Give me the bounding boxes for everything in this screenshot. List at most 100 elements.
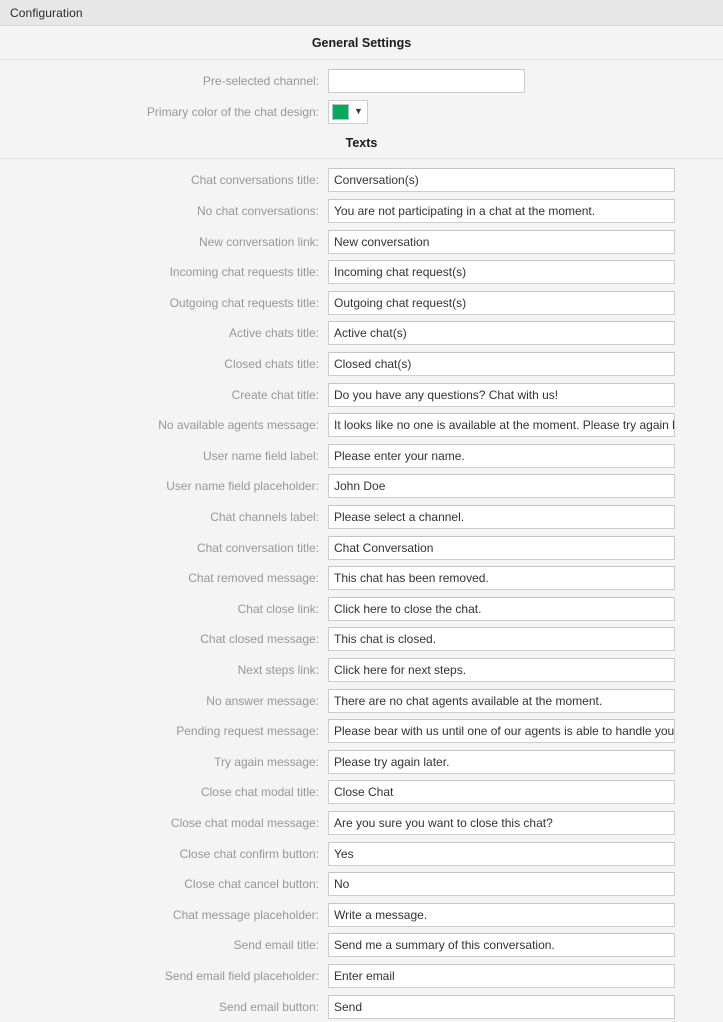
input-send-email-field-placeholder[interactable]: Enter email [328, 963, 675, 988]
form-row-chat-message-placeholder: Chat message placeholder: Write a message… [0, 899, 723, 930]
field-wrap-chat-removed-message: This chat has been removed. [328, 566, 723, 591]
form-row-try-again-message: Try again message: Please try again later… [0, 746, 723, 777]
label-pending-request-message: Pending request message: [176, 724, 319, 739]
label-next-steps-link: Next steps link: [237, 662, 319, 677]
texts-heading: Texts [0, 127, 723, 160]
field-wrap-pre-selected-channel [328, 69, 723, 94]
field-wrap-chat-closed-message: This chat is closed. [328, 627, 723, 652]
input-no-available-agents-message[interactable]: It looks like no one is available at the… [328, 413, 675, 438]
field-wrap-no-answer-message: There are no chat agents available at th… [328, 688, 723, 713]
label-user-name-field-label: User name field label: [202, 448, 319, 463]
field-wrap-close-chat-modal-message: Are you sure you want to close this chat… [328, 810, 723, 835]
chevron-down-icon[interactable]: ▼ [354, 107, 363, 116]
input-no-answer-message[interactable]: There are no chat agents available at th… [328, 688, 675, 713]
input-incoming-chat-requests-title[interactable]: Incoming chat request(s) [328, 260, 675, 285]
input-create-chat-title[interactable]: Do you have any questions? Chat with us! [328, 382, 675, 407]
label-chat-channels-label: Chat channels label: [210, 510, 319, 525]
label-create-chat-title: Create chat title: [231, 387, 319, 402]
input-no-chat-conversations[interactable]: You are not participating in a chat at t… [328, 199, 675, 224]
field-wrap-chat-message-placeholder: Write a message. [328, 902, 723, 927]
input-close-chat-modal-message[interactable]: Are you sure you want to close this chat… [328, 810, 675, 835]
field-wrap-try-again-message: Please try again later. [328, 749, 723, 774]
configuration-content: General Settings Pre-selected channel: Pr… [0, 26, 723, 1022]
field-wrap-primary-color: ▼ [328, 99, 723, 124]
form-row-chat-conversation-title: Chat conversation title: Chat Conversatio… [0, 532, 723, 563]
label-close-chat-cancel-button: Close chat cancel button: [184, 877, 319, 892]
label-chat-closed-message: Chat closed message: [200, 632, 319, 647]
color-swatch-icon[interactable] [332, 103, 349, 120]
form-row-next-steps-link: Next steps link: Click here for next step… [0, 655, 723, 686]
label-chat-conversations-title: Chat conversations title: [190, 173, 319, 188]
form-row-create-chat-title: Create chat title: Do you have any questi… [0, 379, 723, 410]
form-row-close-chat-modal-message: Close chat modal message: Are you sure yo… [0, 808, 723, 839]
input-close-chat-cancel-button[interactable]: No [328, 872, 675, 897]
input-chat-message-placeholder[interactable]: Write a message. [328, 902, 675, 927]
input-next-steps-link[interactable]: Click here for next steps. [328, 657, 675, 682]
input-chat-conversation-title[interactable]: Chat Conversation [328, 535, 675, 560]
label-new-conversation-link: New conversation link: [198, 234, 319, 249]
form-row-send-email-title: Send email title: Send me a summary of th… [0, 930, 723, 961]
input-new-conversation-link[interactable]: New conversation [328, 229, 675, 254]
label-no-chat-conversations: No chat conversations: [196, 204, 319, 219]
input-send-email-title[interactable]: Send me a summary of this conversation. [328, 933, 675, 958]
label-chat-message-placeholder: Chat message placeholder: [172, 907, 319, 922]
input-outgoing-chat-requests-title[interactable]: Outgoing chat request(s) [328, 290, 675, 315]
label-outgoing-chat-requests-title: Outgoing chat requests title: [169, 295, 319, 310]
label-chat-removed-message: Chat removed message: [188, 571, 319, 586]
label-send-email-field-placeholder: Send email field placeholder: [164, 968, 319, 983]
input-active-chats-title[interactable]: Active chat(s) [328, 321, 675, 346]
input-pending-request-message[interactable]: Please bear with us until one of our age… [328, 719, 675, 744]
field-wrap-chat-conversation-title: Chat Conversation [328, 535, 723, 560]
window-header: Configuration [0, 0, 723, 26]
label-user-name-field-placeholder: User name field placeholder: [166, 479, 319, 494]
input-close-chat-modal-title[interactable]: Close Chat [328, 780, 675, 805]
form-row-close-chat-confirm-button: Close chat confirm button: Yes [0, 838, 723, 869]
input-pre-selected-channel[interactable] [328, 69, 525, 94]
form-row-chat-close-link: Chat close link: Click here to close the … [0, 594, 723, 625]
field-wrap-close-chat-cancel-button: No [328, 872, 723, 897]
field-wrap-user-name-field-label: Please enter your name. [328, 443, 723, 468]
field-wrap-incoming-chat-requests-title: Incoming chat request(s) [328, 260, 723, 285]
input-send-email-button[interactable]: Send [328, 994, 675, 1019]
field-wrap-send-email-title: Send me a summary of this conversation. [328, 933, 723, 958]
field-wrap-next-steps-link: Click here for next steps. [328, 657, 723, 682]
field-wrap-chat-conversations-title: Conversation(s) [328, 168, 723, 193]
form-row-chat-conversations-title: Chat conversations title: Conversation(s) [0, 165, 723, 196]
form-row-chat-closed-message: Chat closed message: This chat is closed. [0, 624, 723, 655]
input-chat-closed-message[interactable]: This chat is closed. [328, 627, 675, 652]
field-wrap-send-email-button: Send [328, 994, 723, 1019]
input-user-name-field-placeholder[interactable]: John Doe [328, 474, 675, 499]
field-wrap-send-email-field-placeholder: Enter email [328, 963, 723, 988]
label-send-email-button: Send email button: [218, 999, 319, 1014]
field-wrap-close-chat-confirm-button: Yes [328, 841, 723, 866]
field-wrap-user-name-field-placeholder: John Doe [328, 474, 723, 499]
primary-color-picker[interactable]: ▼ [328, 99, 368, 124]
form-row-no-available-agents-message: No available agents message: It looks lik… [0, 410, 723, 441]
field-wrap-pending-request-message: Please bear with us until one of our age… [328, 719, 723, 744]
input-chat-removed-message[interactable]: This chat has been removed. [328, 566, 675, 591]
field-wrap-outgoing-chat-requests-title: Outgoing chat request(s) [328, 290, 723, 315]
label-send-email-title: Send email title: [233, 938, 319, 953]
input-closed-chats-title[interactable]: Closed chat(s) [328, 352, 675, 377]
input-chat-close-link[interactable]: Click here to close the chat. [328, 596, 675, 621]
form-row-incoming-chat-requests-title: Incoming chat requests title: Incoming ch… [0, 257, 723, 288]
window-title: Configuration [10, 5, 83, 20]
form-row-chat-channels-label: Chat channels label: Please select a chan… [0, 502, 723, 533]
label-no-available-agents-message: No available agents message: [158, 418, 319, 433]
form-row-user-name-field-placeholder: User name field placeholder: John Doe [0, 471, 723, 502]
form-row-pre-selected-channel: Pre-selected channel: [0, 66, 723, 97]
input-chat-conversations-title[interactable]: Conversation(s) [328, 168, 675, 193]
input-chat-channels-label[interactable]: Please select a channel. [328, 505, 675, 530]
general-settings-heading: General Settings [0, 26, 723, 60]
form-row-closed-chats-title: Closed chats title: Closed chat(s) [0, 349, 723, 380]
field-wrap-active-chats-title: Active chat(s) [328, 321, 723, 346]
form-row-send-email-field-placeholder: Send email field placeholder: Enter email [0, 961, 723, 992]
input-close-chat-confirm-button[interactable]: Yes [328, 841, 675, 866]
field-wrap-closed-chats-title: Closed chat(s) [328, 352, 723, 377]
label-pre-selected-channel: Pre-selected channel: [202, 74, 319, 89]
input-user-name-field-label[interactable]: Please enter your name. [328, 443, 675, 468]
label-try-again-message: Try again message: [214, 754, 319, 769]
input-try-again-message[interactable]: Please try again later. [328, 749, 675, 774]
form-row-active-chats-title: Active chats title: Active chat(s) [0, 318, 723, 349]
label-close-chat-modal-title: Close chat modal title: [200, 785, 319, 800]
